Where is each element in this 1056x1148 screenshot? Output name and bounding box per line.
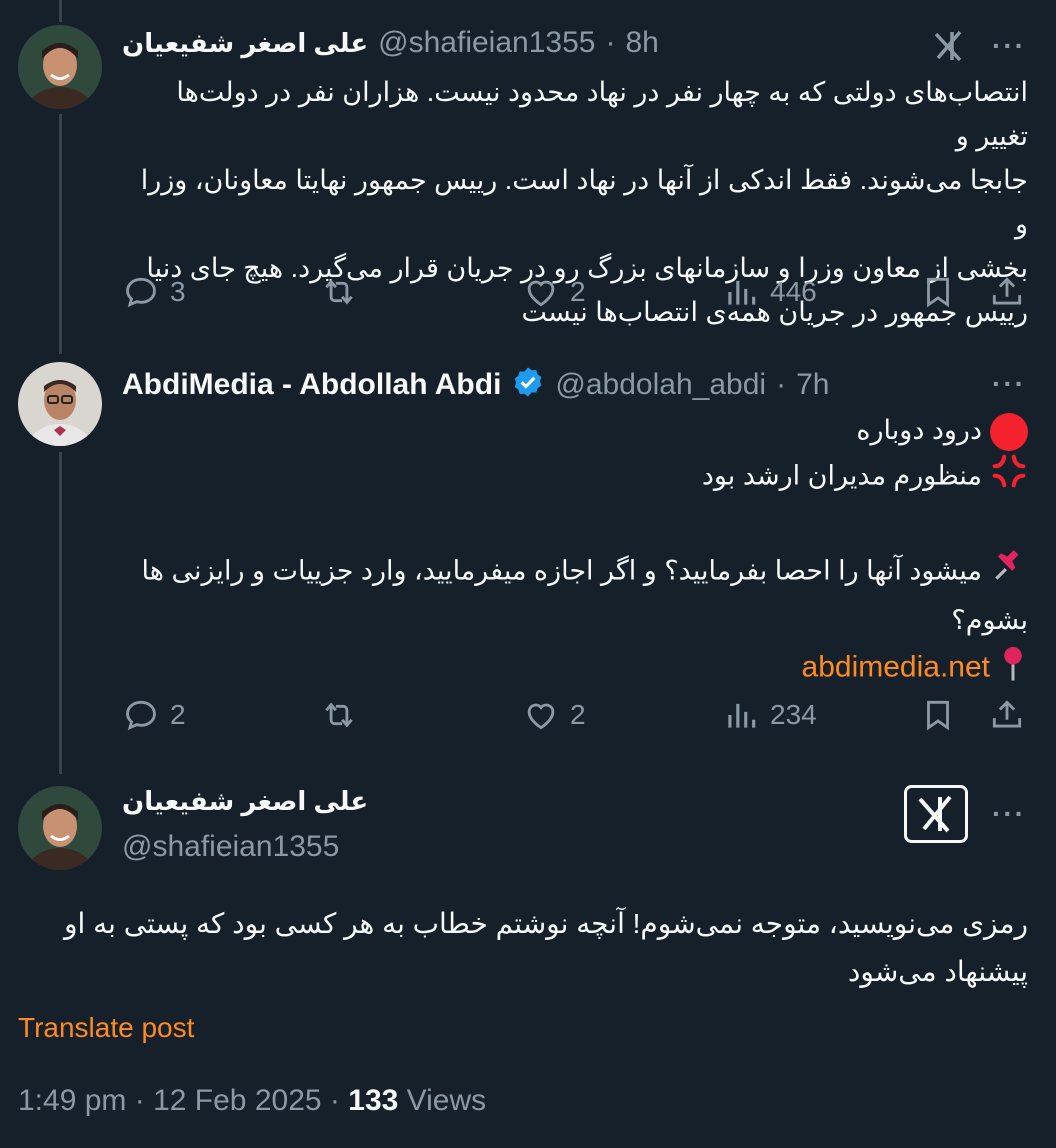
thread-line-2	[59, 452, 62, 774]
tweet-text: درود دوباره منظورم مدیران ارشد بود میشود…	[122, 408, 1028, 695]
bookmark-icon	[927, 700, 949, 731]
thread-line-1	[59, 114, 62, 354]
action-bar: 2 2 234	[122, 690, 1028, 740]
views-count: 133	[348, 1084, 399, 1117]
post-date[interactable]: 12 Feb 2025	[153, 1084, 321, 1117]
reply-button[interactable]: 2	[122, 696, 186, 734]
text-line: میشود آنها را احصا بفرمایید؟ و اگر اجازه…	[122, 547, 1028, 598]
reply-button[interactable]: 3	[122, 273, 186, 311]
bookmark-icon	[927, 277, 949, 308]
author-name[interactable]: علی اصغر شفیعیان	[122, 28, 368, 59]
separator-dot: ·	[605, 26, 616, 59]
text-line: پیشنهاد می‌شود	[847, 956, 1028, 987]
action-bar: 3 2 446	[122, 267, 1028, 317]
post-metadata: 1:49 pm · 12 Feb 2025 · 133 Views	[18, 1084, 487, 1117]
post-time[interactable]: 1:49 pm	[18, 1084, 126, 1117]
share-icon	[992, 700, 1022, 728]
views-button[interactable]: 234	[722, 696, 817, 734]
text-line: بشوم؟	[951, 605, 1028, 635]
like-count: 2	[570, 699, 586, 730]
reply-icon	[126, 700, 156, 731]
heart-icon	[527, 703, 555, 730]
bookmark-button[interactable]	[919, 696, 957, 734]
repost-icon	[325, 279, 353, 305]
anger-symbol-icon	[990, 452, 1028, 503]
author-name[interactable]: AbdiMedia - Abdollah Abdi	[122, 368, 501, 402]
timestamp[interactable]: 7h	[796, 368, 829, 402]
more-options-icon[interactable]: ···	[992, 30, 1026, 62]
views-button[interactable]: 446	[722, 273, 817, 311]
text-line: abdimedia.net	[122, 644, 1028, 695]
text-line: جابجا می‌شوند. فقط اندکی از آنها در نهاد…	[140, 165, 1028, 239]
share-button[interactable]	[988, 696, 1026, 734]
view-count: 446	[770, 276, 817, 307]
pushpin-icon	[990, 547, 1028, 598]
tweet-header: AbdiMedia - Abdollah Abdi @abdolah_abdi …	[122, 365, 829, 404]
grok-icon[interactable]	[904, 785, 968, 848]
like-button[interactable]: 2	[522, 273, 586, 311]
avatar[interactable]	[18, 786, 102, 870]
share-button[interactable]	[988, 273, 1026, 311]
text-line: رمزی می‌نویسید، متوجه نمی‌شوم! آنچه نوشت…	[64, 908, 1028, 939]
translate-post-link[interactable]: Translate post	[18, 1012, 194, 1044]
author-handle[interactable]: @abdolah_abdi	[555, 368, 766, 402]
heart-icon	[527, 280, 555, 307]
repost-icon	[325, 702, 353, 728]
repost-button[interactable]	[320, 273, 358, 311]
text-line: درود دوباره	[122, 408, 1028, 452]
repost-button[interactable]	[320, 696, 358, 734]
author-name[interactable]: علی اصغر شفیعیان	[122, 786, 368, 817]
view-count: 234	[770, 699, 817, 730]
views-label: Views	[406, 1084, 487, 1117]
share-icon	[992, 277, 1022, 305]
reply-count: 3	[170, 276, 186, 307]
like-count: 2	[570, 276, 586, 307]
thread-line-top	[59, 0, 62, 22]
red-circle-icon	[990, 412, 1028, 451]
like-button[interactable]: 2	[522, 696, 586, 734]
analytics-icon	[728, 280, 756, 305]
verified-badge-icon	[511, 365, 545, 404]
tweet-text: رمزی می‌نویسید، متوجه نمی‌شوم! آنچه نوشت…	[18, 900, 1028, 996]
avatar[interactable]	[18, 25, 102, 109]
timestamp[interactable]: 8h	[625, 26, 658, 60]
more-options-icon[interactable]: ···	[992, 798, 1026, 830]
reply-count: 2	[170, 699, 186, 730]
author-handle[interactable]: @shafieian1355	[378, 26, 595, 60]
reply-icon	[126, 277, 156, 308]
text-line: انتصاب‌های دولتی که به چهار نفر در نهاد …	[176, 77, 1028, 151]
tweet-header: علی اصغر شفیعیان @shafieian1355 · 8h	[122, 26, 659, 60]
more-options-icon[interactable]: ···	[992, 368, 1026, 400]
avatar[interactable]	[18, 362, 102, 446]
text-line: منظورم مدیران ارشد بود	[122, 452, 1028, 503]
analytics-icon	[728, 703, 756, 728]
website-link[interactable]: abdimedia.net	[802, 651, 990, 684]
bookmark-button[interactable]	[919, 273, 957, 311]
separator-dot: ·	[776, 367, 787, 401]
author-handle[interactable]: @shafieian1355	[122, 830, 339, 864]
round-pushpin-icon	[998, 644, 1028, 695]
grok-icon[interactable]	[930, 28, 966, 69]
